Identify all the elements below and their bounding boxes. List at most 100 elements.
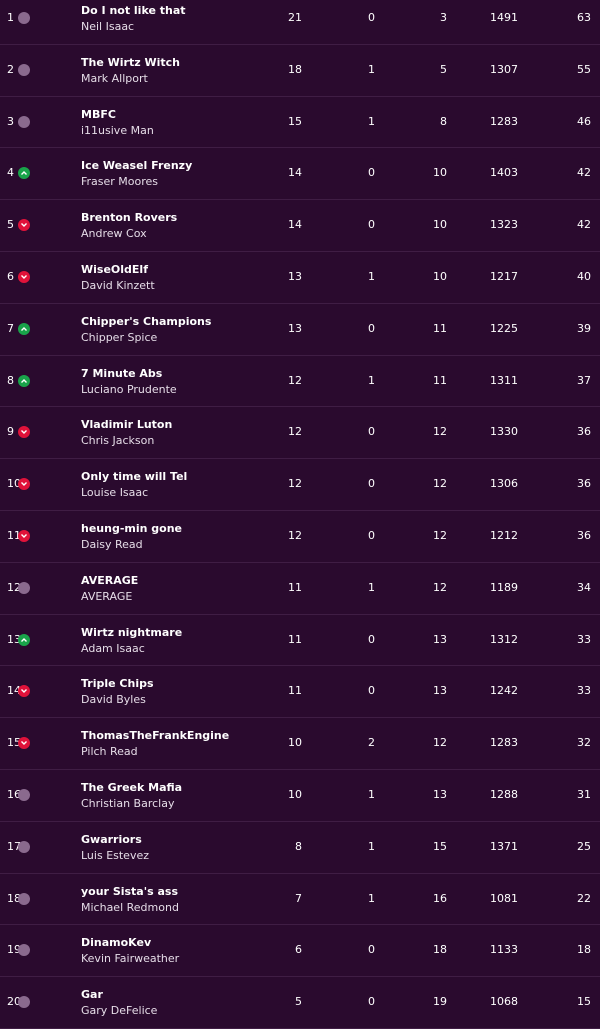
team-name-link[interactable]: WiseOldElf (81, 263, 148, 276)
team-name-link[interactable]: The Wirtz Witch (81, 56, 180, 69)
points-for: 1133 (490, 943, 518, 957)
table-row[interactable]: 6 WiseOldElf David Kinzett 13 1 10 1217 … (0, 252, 600, 304)
lost-count: 12 (433, 580, 447, 594)
total-points: 32 (577, 736, 591, 750)
rank: 4 (7, 166, 14, 180)
team-name-link[interactable]: Brenton Rovers (81, 211, 177, 224)
total-points: 22 (577, 891, 591, 905)
drawn-count: 1 (368, 839, 375, 853)
movement-up-icon (18, 633, 30, 646)
table-row[interactable]: 14 Triple Chips David Byles 11 0 13 1242… (0, 666, 600, 719)
movement-up-icon (18, 374, 30, 387)
drawn-count: 1 (368, 114, 375, 128)
manager-name: Michael Redmond (81, 900, 179, 914)
drawn-count: 0 (368, 528, 375, 542)
won-count: 11 (288, 632, 302, 646)
won-count: 12 (288, 477, 302, 491)
total-points: 34 (577, 580, 591, 594)
table-row[interactable]: 9 Vladimir Luton Chris Jackson 12 0 12 1… (0, 407, 600, 460)
total-points: 42 (577, 218, 591, 232)
points-for: 1311 (490, 373, 518, 387)
table-row[interactable]: 17 Gwarriors Luis Estevez 8 1 15 1371 25 (0, 822, 600, 874)
team-name-link[interactable]: Wirtz nightmare (81, 626, 182, 639)
team-name-link[interactable]: Ice Weasel Frenzy (81, 159, 192, 172)
table-row[interactable]: 3 MBFC i11usive Man 15 1 8 1283 46 (0, 97, 600, 149)
drawn-count: 0 (368, 943, 375, 957)
movement-same-icon (18, 63, 30, 76)
won-count: 14 (288, 218, 302, 232)
won-count: 12 (288, 425, 302, 439)
drawn-count: 1 (368, 580, 375, 594)
table-row[interactable]: 20 Gar Gary DeFelice 5 0 19 1068 15 (0, 977, 600, 1029)
table-row[interactable]: 12 AVERAGE AVERAGE 11 1 12 1189 34 (0, 563, 600, 615)
won-count: 15 (288, 114, 302, 128)
table-row[interactable]: 10 Only time will Tel Louise Isaac 12 0 … (0, 459, 600, 511)
table-row[interactable]: 1 Do I not like that Neil Isaac 21 0 3 1… (0, 0, 600, 45)
table-row[interactable]: 15 ThomasTheFrankEngine Pilch Read 10 2 … (0, 718, 600, 770)
team-name-link[interactable]: MBFC (81, 108, 116, 121)
team-name-link[interactable]: heung-min gone (81, 522, 182, 535)
team-name-link[interactable]: ThomasTheFrankEngine (81, 729, 229, 742)
table-row[interactable]: 7 Chipper's Champions Chipper Spice 13 0… (0, 304, 600, 356)
won-count: 21 (288, 11, 302, 24)
lost-count: 11 (433, 321, 447, 335)
league-standings-table: 1 Do I not like that Neil Isaac 21 0 3 1… (0, 0, 600, 1029)
points-for: 1323 (490, 218, 518, 232)
points-for: 1312 (490, 632, 518, 646)
movement-down-icon (18, 426, 30, 439)
drawn-count: 0 (368, 477, 375, 491)
points-for: 1081 (490, 891, 518, 905)
drawn-count: 0 (368, 166, 375, 180)
team-name-link[interactable]: DinamoKev (81, 936, 151, 949)
team-name-link[interactable]: Do I not like that (81, 4, 186, 17)
team-name-link[interactable]: Vladimir Luton (81, 418, 172, 431)
team-name-link[interactable]: AVERAGE (81, 574, 138, 587)
rank: 9 (7, 425, 14, 439)
table-row[interactable]: 5 Brenton Rovers Andrew Cox 14 0 10 1323… (0, 200, 600, 252)
team-name-link[interactable]: Gar (81, 988, 103, 1001)
total-points: 42 (577, 166, 591, 180)
total-points: 31 (577, 787, 591, 801)
drawn-count: 1 (368, 373, 375, 387)
team-name-link[interactable]: Only time will Tel (81, 470, 187, 483)
rank: 5 (7, 218, 14, 232)
table-row[interactable]: 16 The Greek Mafia Christian Barclay 10 … (0, 770, 600, 822)
team-name-link[interactable]: 7 Minute Abs (81, 367, 162, 380)
table-row[interactable]: 18 your Sista's ass Michael Redmond 7 1 … (0, 874, 600, 926)
team-name-link[interactable]: Chipper's Champions (81, 315, 211, 328)
table-row[interactable]: 13 Wirtz nightmare Adam Isaac 11 0 13 13… (0, 615, 600, 667)
lost-count: 12 (433, 736, 447, 750)
lost-count: 13 (433, 684, 447, 698)
movement-down-icon (18, 529, 30, 542)
drawn-count: 0 (368, 425, 375, 439)
drawn-count: 0 (368, 11, 375, 24)
total-points: 25 (577, 839, 591, 853)
team-name-link[interactable]: Triple Chips (81, 677, 154, 690)
manager-name: David Kinzett (81, 278, 155, 292)
manager-name: i11usive Man (81, 123, 154, 137)
points-for: 1330 (490, 425, 518, 439)
total-points: 33 (577, 632, 591, 646)
manager-name: Andrew Cox (81, 227, 147, 241)
total-points: 39 (577, 321, 591, 335)
movement-same-icon (18, 840, 30, 853)
table-row[interactable]: 19 DinamoKev Kevin Fairweather 6 0 18 11… (0, 925, 600, 978)
won-count: 13 (288, 269, 302, 283)
table-row[interactable]: 11 heung-min gone Daisy Read 12 0 12 121… (0, 511, 600, 563)
movement-same-icon (18, 788, 30, 801)
rank: 7 (7, 321, 14, 335)
team-name-link[interactable]: your Sista's ass (81, 885, 178, 898)
points-for: 1225 (490, 321, 518, 335)
points-for: 1189 (490, 580, 518, 594)
won-count: 10 (288, 787, 302, 801)
rank: 1 (7, 11, 14, 24)
table-row[interactable]: 8 7 Minute Abs Luciano Prudente 12 1 11 … (0, 356, 600, 408)
drawn-count: 0 (368, 995, 375, 1009)
team-name-link[interactable]: Gwarriors (81, 833, 142, 846)
table-row[interactable]: 4 Ice Weasel Frenzy Fraser Moores 14 0 1… (0, 148, 600, 201)
team-name-link[interactable]: The Greek Mafia (81, 781, 182, 794)
table-row[interactable]: 2 The Wirtz Witch Mark Allport 18 1 5 13… (0, 45, 600, 97)
lost-count: 10 (433, 218, 447, 232)
drawn-count: 0 (368, 321, 375, 335)
total-points: 18 (577, 943, 591, 957)
